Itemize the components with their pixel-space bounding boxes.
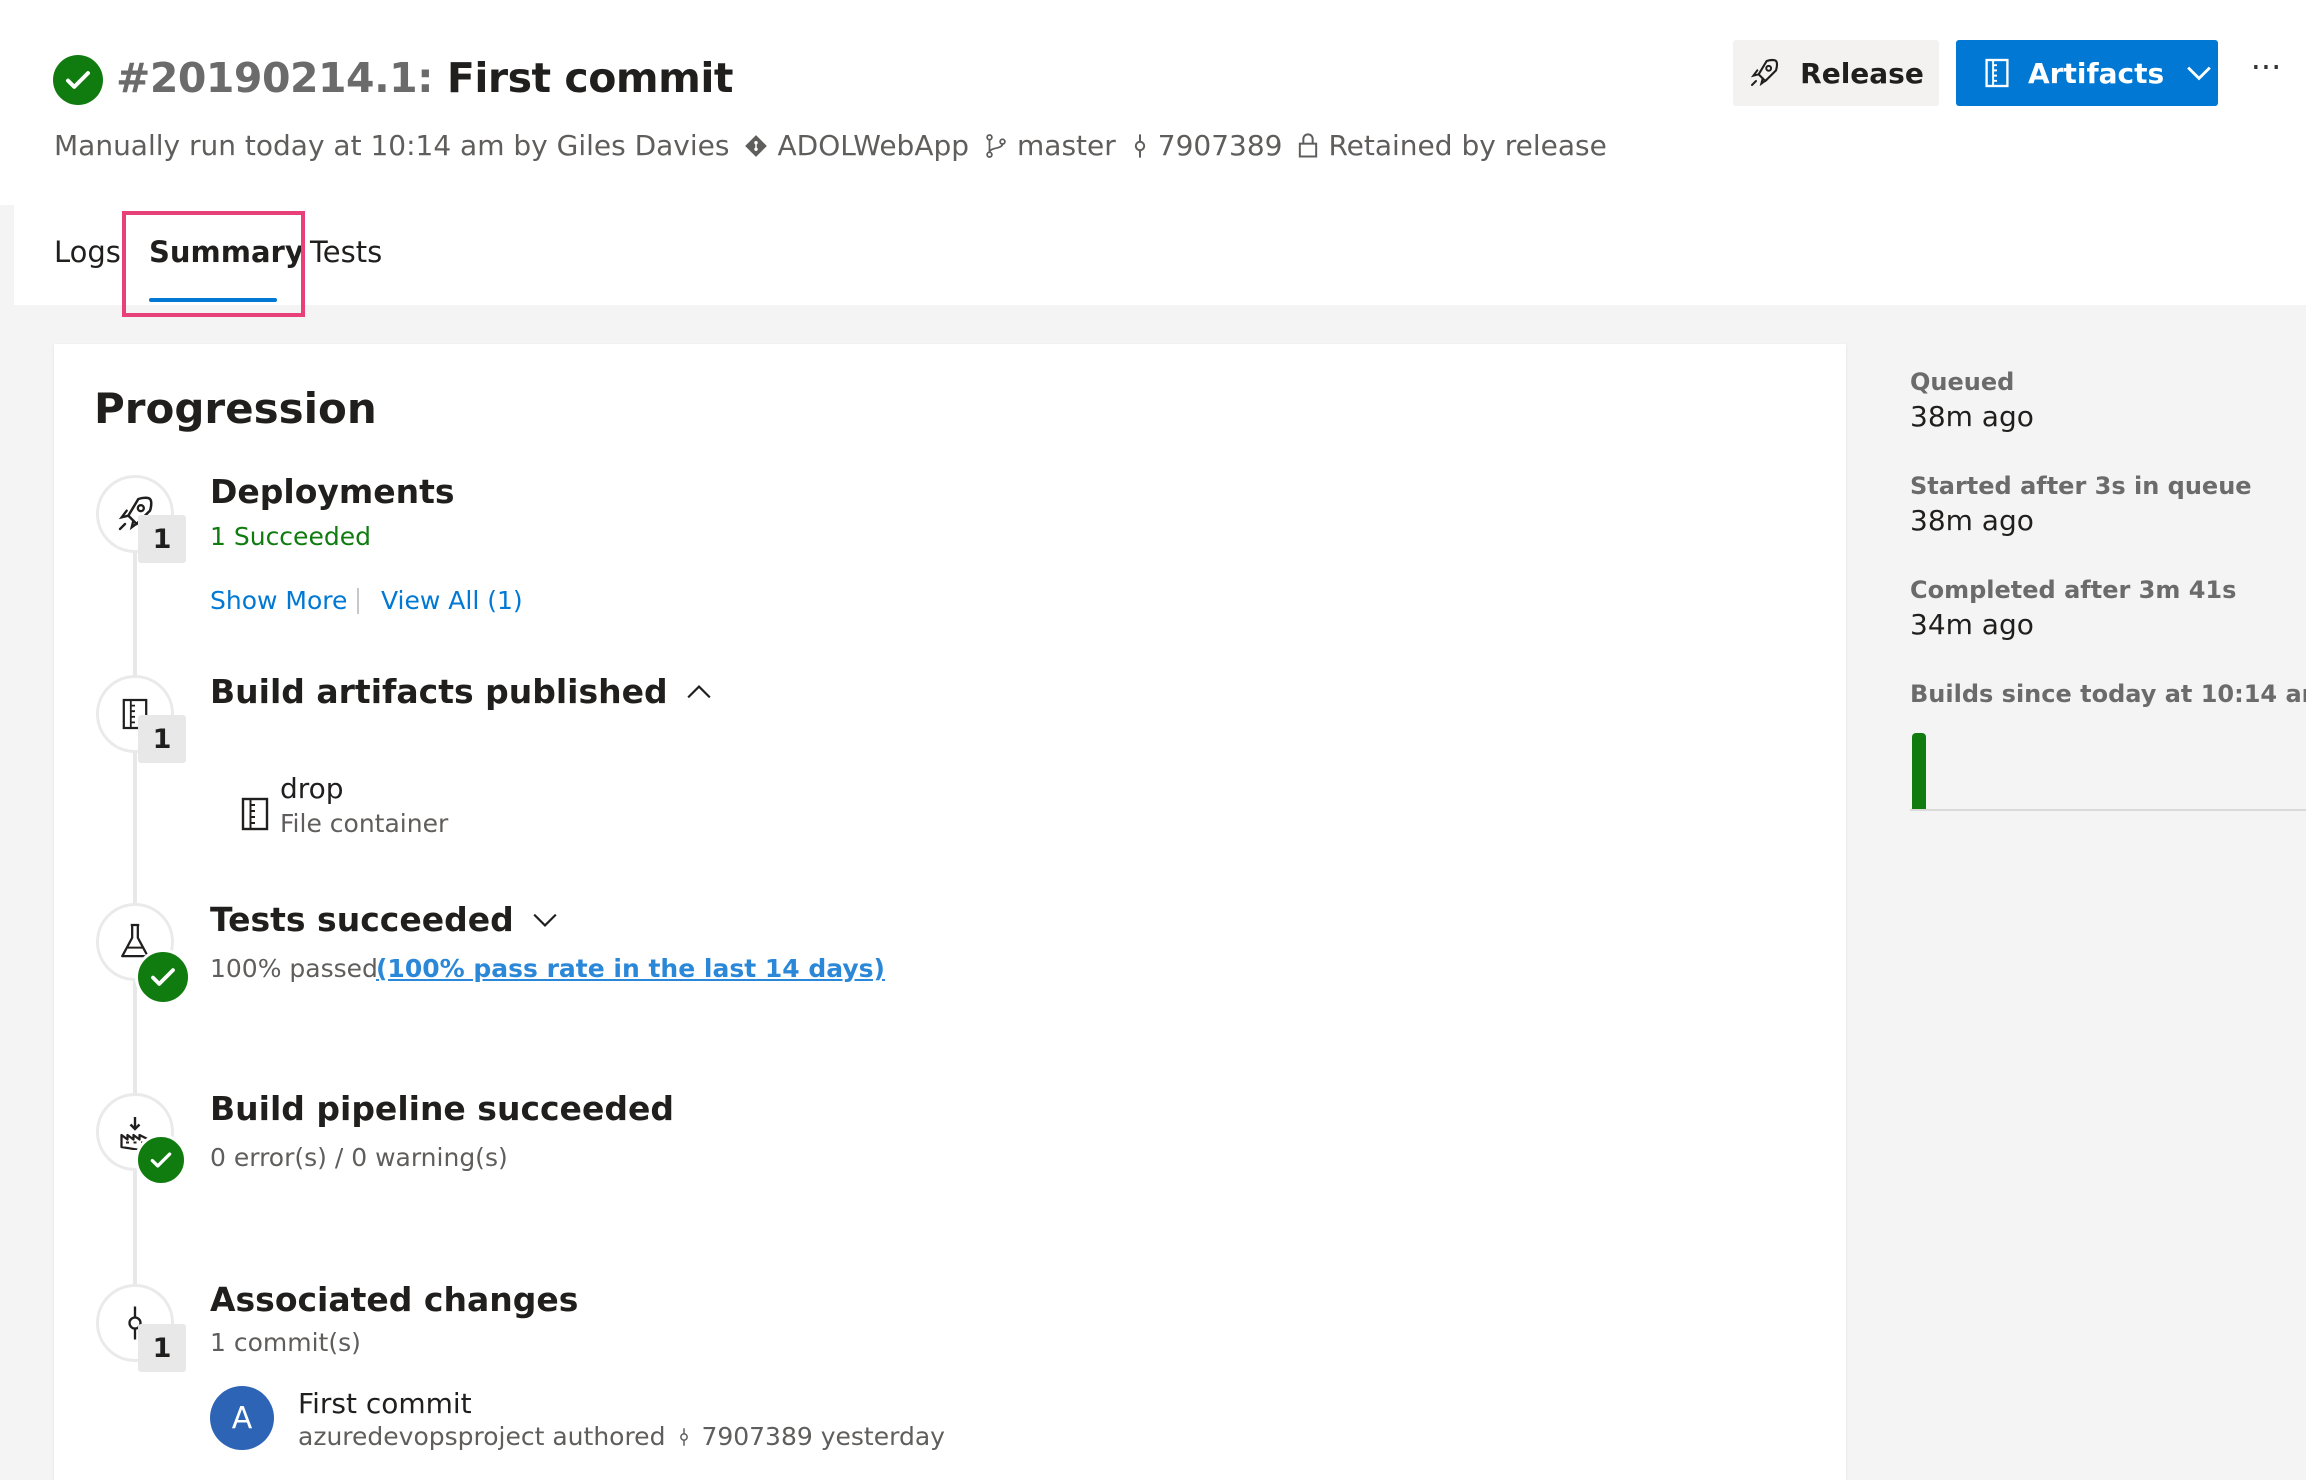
check-icon <box>150 1152 172 1168</box>
deployments-count-badge: 1 <box>138 515 186 563</box>
check-icon <box>151 968 175 986</box>
deployments-status: 1 Succeeded <box>210 522 371 551</box>
commit-message-link[interactable]: First commit <box>298 1387 472 1420</box>
branch-link[interactable]: master <box>983 129 1116 162</box>
chevron-down-icon <box>533 913 557 927</box>
tests-success-badge <box>135 949 191 1005</box>
commit-id: 7907389 <box>1157 129 1283 162</box>
tab-tests[interactable]: Tests <box>310 235 382 269</box>
pipeline-title: Build pipeline succeeded <box>210 1089 674 1128</box>
repo-icon <box>745 134 768 157</box>
artifact-icon <box>1985 58 2009 88</box>
started-value: 38m ago <box>1910 504 2034 537</box>
artifacts-count-badge: 1 <box>138 715 186 763</box>
queued-value: 38m ago <box>1910 400 2034 433</box>
tests-title: Tests succeeded <box>210 900 514 939</box>
release-button[interactable]: Release <box>1733 40 1939 106</box>
artifact-drop-link[interactable]: drop <box>280 772 344 805</box>
artifacts-title: Build artifacts published <box>210 672 668 711</box>
repo-link[interactable]: ADOLWebApp <box>743 129 969 162</box>
changes-title: Associated changes <box>210 1280 579 1319</box>
build-number: #20190214.1: <box>116 54 434 102</box>
commit-author-line: azuredevopsproject authored 7907389 yest… <box>298 1422 945 1451</box>
chevron-down-icon <box>2187 66 2212 81</box>
progression-card: Progression 1 Deployments 1 Succeeded Sh… <box>54 344 1846 1480</box>
artifacts-section-header[interactable]: Build artifacts published <box>210 672 712 711</box>
completed-value: 34m ago <box>1910 608 2034 641</box>
link-separator <box>357 588 359 614</box>
artifacts-dropdown-button[interactable]: Artifacts <box>1956 40 2218 106</box>
check-icon <box>66 71 90 89</box>
show-more-link[interactable]: Show More <box>210 586 347 615</box>
completed-label: Completed after 3m 41s <box>1910 576 2237 604</box>
tests-section-header[interactable]: Tests succeeded <box>210 900 558 939</box>
view-all-link[interactable]: View All (1) <box>381 586 523 615</box>
build-status-icon <box>53 55 103 105</box>
commit-author: azuredevopsproject authored <box>298 1422 666 1451</box>
branch-icon <box>986 133 1006 158</box>
commit-icon <box>1134 133 1145 158</box>
tests-passed: 100% passed <box>210 954 378 983</box>
page-title: #20190214.1: First commit <box>116 54 733 102</box>
deployments-title: Deployments <box>210 472 455 511</box>
build-history-axis <box>1910 809 2306 811</box>
rocket-icon <box>1750 58 1779 87</box>
build-title: First commit <box>446 54 734 102</box>
commit-icon <box>680 1427 689 1446</box>
queued-label: Queued <box>1910 368 2015 396</box>
retention-status: Retained by release <box>1296 129 1607 162</box>
avatar: A <box>210 1386 274 1450</box>
changes-count-badge: 1 <box>138 1324 186 1372</box>
artifacts-button-label: Artifacts <box>2028 56 2165 90</box>
branch-name: master <box>1017 129 1116 162</box>
run-info: Manually run today at 10:14 am by Giles … <box>54 129 730 162</box>
commit-link[interactable]: 7907389 <box>1130 129 1283 162</box>
tab-logs[interactable]: Logs <box>54 235 121 269</box>
repo-name: ADOLWebApp <box>777 129 970 162</box>
builds-history-label: Builds since today at 10:14 am <box>1910 680 2306 708</box>
commit-count: 1 commit(s) <box>210 1328 361 1357</box>
pass-rate-link[interactable]: (100% pass rate in the last 14 days) <box>376 954 885 983</box>
build-history-bar[interactable] <box>1912 733 1926 809</box>
pipeline-success-badge <box>135 1134 187 1186</box>
progression-title: Progression <box>94 384 377 433</box>
more-options-button[interactable]: ··· <box>2246 48 2286 98</box>
pipeline-summary: 0 error(s) / 0 warning(s) <box>210 1143 508 1172</box>
lock-icon <box>1299 132 1318 157</box>
more-icon: ··· <box>2250 48 2282 86</box>
summary-tab-highlight <box>122 211 305 317</box>
artifact-icon <box>241 797 269 831</box>
started-label: Started after 3s in queue <box>1910 472 2252 500</box>
header-notch <box>0 205 14 305</box>
artifact-type: File container <box>280 809 449 838</box>
commit-hash-link[interactable]: 7907389 yesterday <box>701 1422 945 1451</box>
retention-text: Retained by release <box>1328 129 1607 162</box>
release-button-label: Release <box>1800 56 1924 90</box>
chevron-up-icon <box>687 684 711 698</box>
build-meta: Manually run today at 10:14 am by Giles … <box>54 129 1607 162</box>
